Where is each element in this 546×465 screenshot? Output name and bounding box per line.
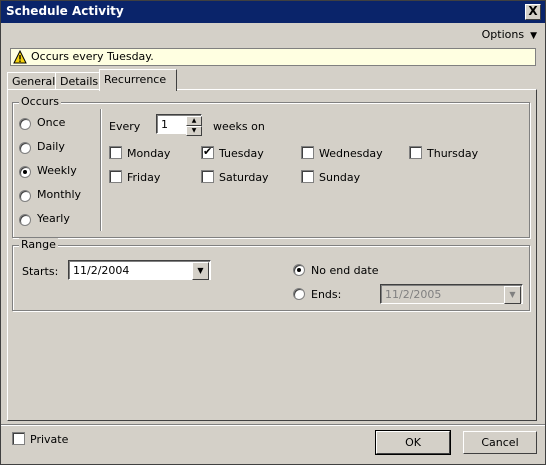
warning-icon: [13, 50, 27, 64]
options-label: Options: [481, 28, 525, 41]
schedule-activity-dialog: Schedule Activity X Options ▼ Occurs ever…: [0, 0, 546, 465]
monday-label: Monday: [127, 147, 171, 160]
friday-label: Friday: [127, 171, 161, 184]
checkbox-private[interactable]: [12, 432, 25, 445]
close-icon: X: [528, 4, 538, 18]
radio-once[interactable]: [19, 118, 31, 130]
starts-dropdown-icon[interactable]: ▼: [192, 262, 209, 280]
daily-label: Daily: [37, 140, 65, 153]
ends-date-field[interactable]: 11/2/2005 ▼: [380, 284, 523, 304]
no-end-date-label: No end date: [311, 264, 379, 277]
checkbox-saturday[interactable]: [201, 170, 214, 183]
yearly-label: Yearly: [37, 212, 70, 225]
tab-general-label: General: [12, 75, 56, 88]
starts-date-field[interactable]: 11/2/2004 ▼: [68, 260, 211, 280]
spin-up-icon[interactable]: ▲: [186, 116, 202, 126]
warning-bar: Occurs every Tuesday.: [10, 48, 536, 66]
weekly-label: Weekly: [37, 164, 77, 177]
private-label: Private: [30, 433, 69, 446]
radio-monthly[interactable]: [19, 190, 31, 202]
radio-yearly[interactable]: [19, 214, 31, 226]
radio-no-end-date[interactable]: [293, 264, 305, 276]
thursday-label: Thursday: [427, 147, 479, 160]
recurrence-panel: Occurs Once Daily Weekly Monthly Yearly …: [7, 89, 537, 421]
ok-button[interactable]: OK: [375, 430, 451, 455]
checkbox-monday[interactable]: [109, 146, 122, 159]
chevron-down-icon: ▼: [530, 31, 537, 41]
close-button[interactable]: X: [525, 4, 541, 20]
ends-date-value: 11/2/2005: [385, 288, 442, 301]
tab-recurrence[interactable]: Recurrence: [99, 69, 177, 91]
tab-general[interactable]: General: [7, 72, 59, 90]
wednesday-label: Wednesday: [319, 147, 383, 160]
tab-details[interactable]: Details: [55, 72, 105, 90]
starts-label: Starts:: [22, 265, 59, 278]
range-legend: Range: [19, 238, 58, 251]
checkbox-friday[interactable]: [109, 170, 122, 183]
radio-ends[interactable]: [293, 288, 305, 300]
ends-label: Ends:: [311, 288, 342, 301]
tuesday-label: Tuesday: [219, 147, 264, 160]
warning-text: Occurs every Tuesday.: [31, 50, 154, 63]
checkbox-wednesday[interactable]: [301, 146, 314, 159]
weeks-on-label: weeks on: [213, 120, 265, 133]
ok-label: OK: [405, 436, 421, 449]
saturday-label: Saturday: [219, 171, 269, 184]
occurs-legend: Occurs: [19, 95, 61, 108]
checkbox-sunday[interactable]: [301, 170, 314, 183]
footer-divider: [1, 424, 545, 425]
checkbox-tuesday[interactable]: [201, 145, 214, 159]
every-weeks-input[interactable]: 1 ▲ ▼: [156, 114, 202, 136]
every-weeks-spinner[interactable]: ▲ ▼: [186, 116, 202, 136]
occurs-divider: [100, 109, 101, 231]
cancel-label: Cancel: [481, 436, 519, 449]
cancel-button[interactable]: Cancel: [463, 431, 537, 454]
options-menu[interactable]: Options ▼: [482, 28, 537, 41]
radio-weekly[interactable]: [19, 166, 31, 178]
occurs-group: Occurs Once Daily Weekly Monthly Yearly …: [12, 95, 530, 238]
sunday-label: Sunday: [319, 171, 361, 184]
radio-daily[interactable]: [19, 142, 31, 154]
window-title: Schedule Activity: [6, 4, 124, 18]
title-bar: Schedule Activity X: [1, 1, 545, 23]
ends-dropdown-icon[interactable]: ▼: [504, 286, 521, 304]
every-label: Every: [109, 120, 141, 133]
range-group: Range Starts: 11/2/2004 ▼ No end date En…: [12, 238, 530, 311]
every-weeks-value: 1: [161, 118, 168, 131]
checkbox-thursday[interactable]: [409, 146, 422, 159]
spin-down-icon[interactable]: ▼: [186, 126, 202, 136]
monthly-label: Monthly: [37, 188, 82, 201]
once-label: Once: [37, 116, 66, 129]
tab-details-label: Details: [60, 75, 99, 88]
tab-recurrence-label: Recurrence: [104, 73, 167, 86]
starts-date-value: 11/2/2004: [73, 264, 130, 277]
